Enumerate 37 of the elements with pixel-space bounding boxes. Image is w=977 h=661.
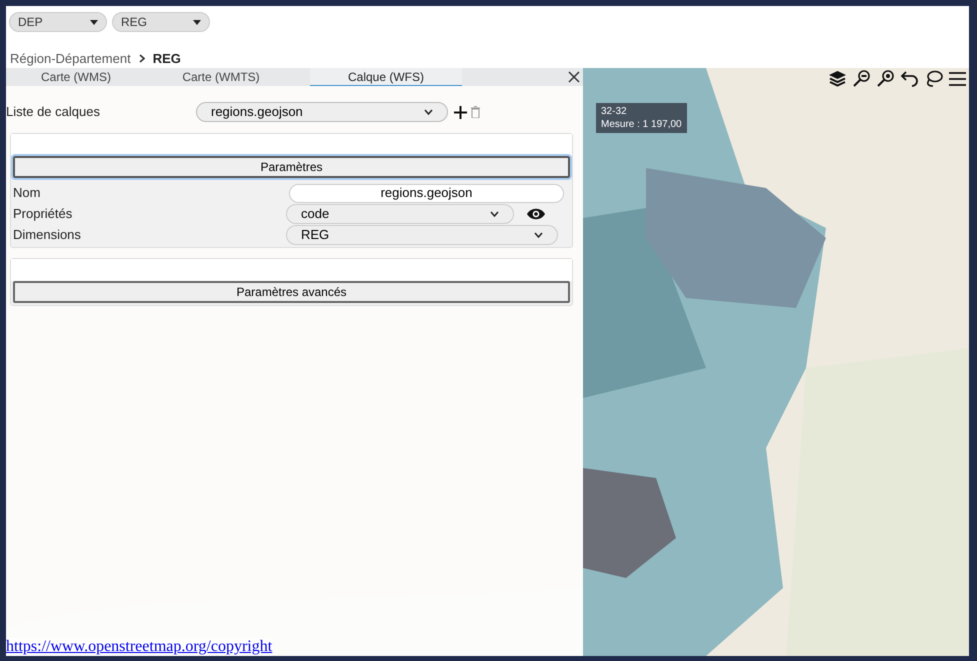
chevron-right-icon xyxy=(138,54,145,64)
zoom-in-icon[interactable] xyxy=(876,69,895,88)
tab[interactable]: Carte (WMS) xyxy=(6,68,146,86)
tooltip-measure: Mesure : 1 197,00 xyxy=(601,118,682,131)
menu-icon[interactable] xyxy=(948,70,967,86)
add-icon[interactable] xyxy=(454,106,467,118)
breadcrumb-current: REG xyxy=(152,50,181,68)
zoom-out-icon[interactable] xyxy=(852,69,871,88)
name-input[interactable]: regions.geojson xyxy=(289,184,564,202)
breadcrumb-link[interactable]: Région-Département xyxy=(10,49,131,68)
layer-select[interactable]: regions.geojson xyxy=(196,102,448,122)
chevron-icon xyxy=(490,211,499,217)
select-field[interactable]: code xyxy=(286,204,514,224)
field-label: Nom xyxy=(13,184,42,202)
tooltip-title: 32-32 xyxy=(601,105,628,118)
attribution-link[interactable]: https://www.openstreetmap.org/copyright xyxy=(6,638,272,656)
select-field[interactable]: REG xyxy=(286,225,558,245)
chevron-icon xyxy=(534,232,543,238)
tab[interactable]: Carte (WMTS) xyxy=(146,68,296,86)
close-button[interactable] xyxy=(567,69,581,85)
chevron-icon xyxy=(424,109,433,115)
trash-icon[interactable] xyxy=(471,106,480,118)
dropdown[interactable]: DEP xyxy=(9,12,107,32)
caret-icon xyxy=(193,20,201,24)
undo-icon[interactable] xyxy=(900,70,919,87)
section-button[interactable]: Paramètres xyxy=(13,156,570,178)
speech-bubble-icon[interactable] xyxy=(924,70,943,88)
field-label: Propriétés xyxy=(13,205,74,224)
tab[interactable]: Calque (WFS) xyxy=(310,68,462,86)
eye-icon[interactable] xyxy=(526,207,546,221)
layers-icon[interactable] xyxy=(828,70,847,88)
dropdown[interactable]: REG xyxy=(112,12,210,32)
field-label: Liste de calques xyxy=(6,103,101,122)
section-button[interactable]: Paramètres avancés xyxy=(13,281,570,303)
caret-icon xyxy=(90,20,98,24)
close-icon xyxy=(568,71,580,83)
field-label: Dimensions xyxy=(13,226,82,244)
